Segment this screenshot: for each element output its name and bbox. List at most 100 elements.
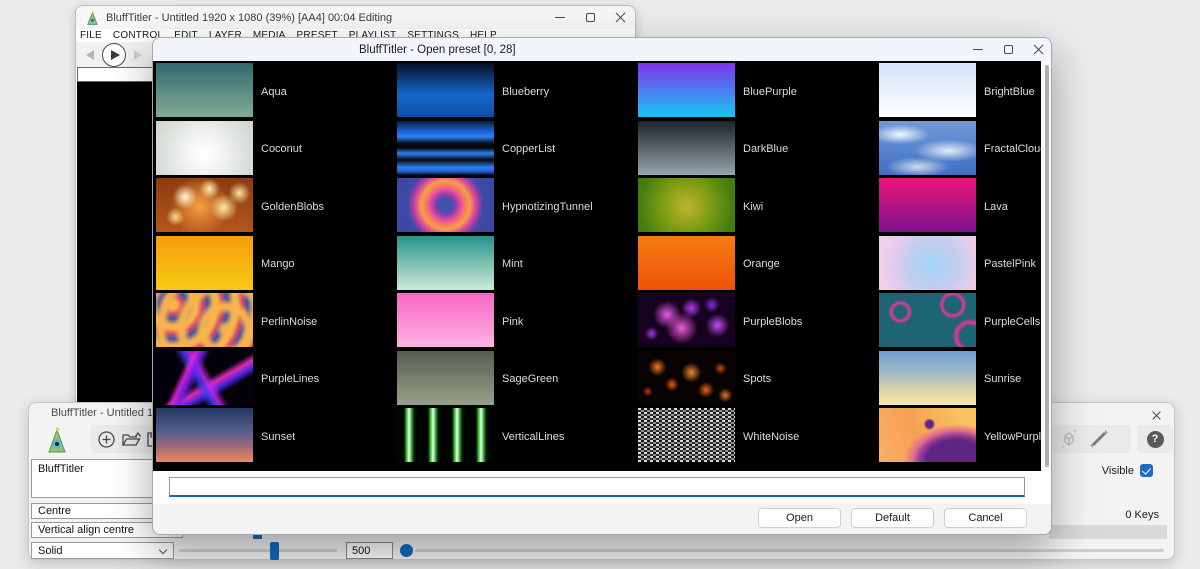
preset-thumbnail <box>638 408 735 462</box>
preset-item-copperlist[interactable]: CopperList <box>397 121 638 179</box>
preset-label: Sunset <box>261 431 295 443</box>
previous-frame-button[interactable] <box>86 50 94 60</box>
rotate-tool-icon[interactable] <box>1087 427 1111 451</box>
preset-thumbnail <box>156 178 253 232</box>
app-logo-icon <box>86 11 99 25</box>
close-icon <box>615 12 626 23</box>
preset-item-purpleblobs[interactable]: PurpleBlobs <box>638 293 879 351</box>
cancel-button[interactable]: Cancel <box>944 508 1027 528</box>
dialog-minimize-button[interactable] <box>963 38 993 61</box>
position-dropdown-value: Centre <box>38 505 71 517</box>
open-media-button[interactable] <box>121 431 142 448</box>
menu-item-file[interactable]: FILE <box>80 30 102 41</box>
add-layer-button[interactable] <box>97 430 116 449</box>
preset-item-brightblue[interactable]: BrightBlue <box>879 63 1041 121</box>
preset-thumbnail <box>397 121 494 175</box>
timeline-scrollbar[interactable] <box>1049 525 1167 539</box>
preset-thumbnail <box>397 178 494 232</box>
layer-toolbar-right <box>1051 425 1131 453</box>
preset-thumbnail <box>638 351 735 405</box>
preset-item-spots[interactable]: Spots <box>638 351 879 409</box>
preset-label: Spots <box>743 373 771 385</box>
chevron-down-icon <box>159 546 167 554</box>
preset-item-fractalcloud[interactable]: FractalCloud <box>879 121 1041 179</box>
preset-item-sagegreen[interactable]: SageGreen <box>397 351 638 409</box>
preset-thumbnail <box>397 293 494 347</box>
preset-item-sunset[interactable]: Sunset <box>156 408 397 466</box>
dialog-close-button[interactable] <box>1023 38 1052 61</box>
preset-scrollbar[interactable] <box>1041 61 1052 471</box>
preset-item-mango[interactable]: Mango <box>156 236 397 294</box>
dialog-maximize-button[interactable] <box>993 38 1023 61</box>
default-button[interactable]: Default <box>851 508 934 528</box>
next-frame-button[interactable] <box>134 50 142 60</box>
filename-strip <box>153 471 1052 504</box>
close-icon <box>1033 44 1044 55</box>
dialog-titlebar[interactable]: BluffTitler - Open preset [0, 28] <box>153 38 1052 61</box>
preset-label: PastelPink <box>984 258 1036 270</box>
preset-item-purplelines[interactable]: PurpleLines <box>156 351 397 409</box>
preset-item-whitenoise[interactable]: WhiteNoise <box>638 408 879 466</box>
keys-count-label: 0 Keys <box>1125 509 1159 521</box>
preset-label: PurpleLines <box>261 373 319 385</box>
preset-label: SageGreen <box>502 373 558 385</box>
preset-item-darkblue[interactable]: DarkBlue <box>638 121 879 179</box>
play-icon <box>111 50 120 60</box>
preset-item-orange[interactable]: Orange <box>638 236 879 294</box>
preset-item-kiwi[interactable]: Kiwi <box>638 178 879 236</box>
preset-item-yellowpurple[interactable]: YellowPurpleB <box>879 408 1041 466</box>
scrollbar-thumb[interactable] <box>1045 65 1049 467</box>
style-dropdown[interactable]: Solid <box>31 542 174 559</box>
preset-thumbnail <box>879 351 976 405</box>
desktop: BluffTitler - Untitled 1920 x 1080 (39%)… <box>0 0 1200 569</box>
preset-label: Orange <box>743 258 780 270</box>
secondary-slider-track[interactable] <box>415 549 1164 552</box>
scale-tool-icon[interactable] <box>1059 428 1079 450</box>
preset-label: Mango <box>261 258 295 270</box>
close-button[interactable] <box>605 6 635 29</box>
preset-thumbnail <box>156 408 253 462</box>
preset-item-perlinnoise[interactable]: PerlinNoise <box>156 293 397 351</box>
preset-label: PerlinNoise <box>261 316 317 328</box>
main-window-titlebar[interactable]: BluffTitler - Untitled 1920 x 1080 (39%)… <box>76 6 635 29</box>
preset-item-aqua[interactable]: Aqua <box>156 63 397 121</box>
preset-item-goldenblobs[interactable]: GoldenBlobs <box>156 178 397 236</box>
minimize-button[interactable] <box>545 6 575 29</box>
dialog-title: BluffTitler - Open preset [0, 28] <box>359 44 516 56</box>
preset-item-sunrise[interactable]: Sunrise <box>879 351 1041 409</box>
open-button[interactable]: Open <box>758 508 841 528</box>
maximize-button[interactable] <box>575 6 605 29</box>
size-slider-handle[interactable] <box>270 542 279 560</box>
preset-item-verticallines[interactable]: VerticalLines <box>397 408 638 466</box>
preset-thumbnail <box>638 236 735 290</box>
minimize-icon <box>555 17 565 18</box>
preset-label: YellowPurpleB <box>984 431 1041 443</box>
preset-thumbnail <box>638 121 735 175</box>
preset-item-lava[interactable]: Lava <box>879 178 1041 236</box>
preset-item-hypnotizingtunnel[interactable]: HypnotizingTunnel <box>397 178 638 236</box>
visible-checkbox[interactable] <box>1140 464 1153 477</box>
preset-thumbnail <box>879 178 976 232</box>
open-preset-dialog: BluffTitler - Open preset [0, 28] AquaBl… <box>152 37 1052 535</box>
filename-input[interactable] <box>169 477 1025 497</box>
play-button[interactable] <box>102 43 126 67</box>
preset-item-blueberry[interactable]: Blueberry <box>397 63 638 121</box>
preset-item-purplecells[interactable]: PurpleCells <box>879 293 1041 351</box>
secondary-slider-handle[interactable] <box>400 544 413 557</box>
preset-item-bluepurple[interactable]: BluePurple <box>638 63 879 121</box>
maximize-icon <box>1004 45 1013 54</box>
preset-item-pink[interactable]: Pink <box>397 293 638 351</box>
preset-item-coconut[interactable]: Coconut <box>156 121 397 179</box>
size-value-input[interactable] <box>346 542 393 559</box>
hidden-slider-handle-sliver <box>253 535 262 539</box>
preset-thumbnail <box>156 236 253 290</box>
layer-window-close-button[interactable] <box>1149 408 1163 422</box>
maximize-icon <box>586 13 595 22</box>
help-button[interactable]: ? <box>1137 425 1173 453</box>
preset-thumbnail <box>397 408 494 462</box>
size-slider-track[interactable] <box>179 549 337 552</box>
preset-item-pastelpink[interactable]: PastelPink <box>879 236 1041 294</box>
preset-item-mint[interactable]: Mint <box>397 236 638 294</box>
layer-text-value: BluffTitler <box>38 463 84 475</box>
preset-thumbnail <box>638 178 735 232</box>
